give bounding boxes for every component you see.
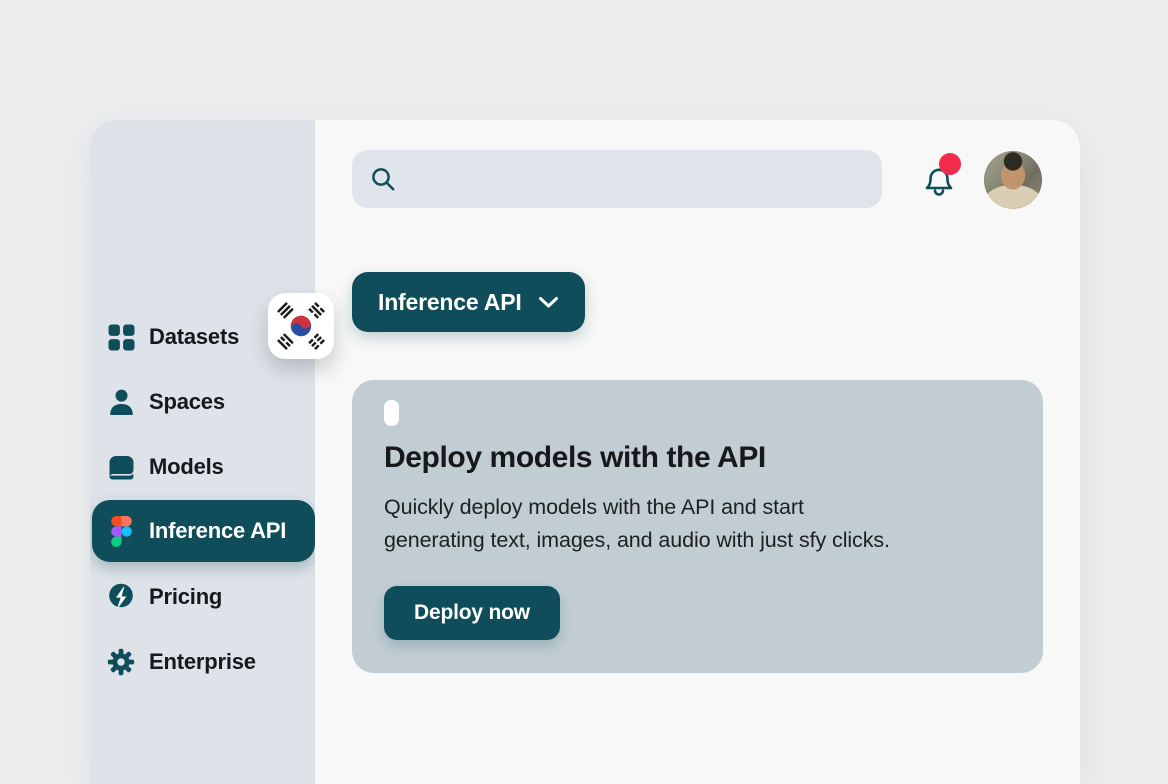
card-description: Quickly deploy models with the API and s… bbox=[384, 491, 1011, 557]
sidebar-item-label: Models bbox=[149, 454, 224, 480]
sidebar-item-label: Inference API bbox=[149, 518, 286, 544]
card-cursor-pill bbox=[384, 400, 399, 426]
inference-api-dropdown[interactable]: Inference API bbox=[352, 272, 585, 332]
sidebar-item-spaces[interactable]: Spaces bbox=[92, 371, 315, 433]
bolt-icon bbox=[107, 582, 135, 612]
notification-unread-dot bbox=[939, 153, 961, 175]
korean-flag-icon bbox=[275, 300, 327, 352]
sidebar-item-label: Enterprise bbox=[149, 649, 256, 675]
gear-icon bbox=[107, 647, 135, 677]
search-bar[interactable] bbox=[352, 150, 882, 208]
sidebar-item-enterprise[interactable]: Enterprise bbox=[92, 631, 315, 693]
search-icon bbox=[370, 166, 397, 193]
dropdown-label: Inference API bbox=[378, 289, 522, 316]
search-input[interactable] bbox=[409, 168, 864, 191]
deploy-card: Deploy models with the API Quickly deplo… bbox=[352, 380, 1043, 673]
deploy-now-button[interactable]: Deploy now bbox=[384, 586, 560, 640]
sidebar-item-label: Pricing bbox=[149, 584, 222, 610]
book-icon bbox=[107, 452, 135, 482]
person-icon bbox=[107, 387, 135, 417]
main-content: Inference API Deploy models with the API… bbox=[315, 120, 1080, 784]
sidebar-item-label: Spaces bbox=[149, 389, 225, 415]
sidebar-item-inference-api[interactable]: Inference API bbox=[92, 500, 315, 562]
notifications-button[interactable] bbox=[921, 156, 967, 202]
sidebar-item-label: Datasets bbox=[149, 324, 239, 350]
card-title: Deploy models with the API bbox=[384, 440, 1011, 476]
figma-logo-icon bbox=[107, 516, 135, 546]
sidebar-item-pricing[interactable]: Pricing bbox=[92, 566, 315, 628]
grid-icon bbox=[107, 322, 135, 352]
desktop-background: Datasets Spaces Models bbox=[0, 0, 1168, 784]
korean-flag-badge bbox=[268, 293, 334, 359]
sidebar: Datasets Spaces Models bbox=[90, 120, 315, 784]
user-avatar[interactable] bbox=[984, 151, 1042, 209]
app-window: Datasets Spaces Models bbox=[90, 120, 1080, 784]
chevron-down-icon bbox=[538, 296, 559, 309]
sidebar-item-models[interactable]: Models bbox=[92, 436, 315, 498]
